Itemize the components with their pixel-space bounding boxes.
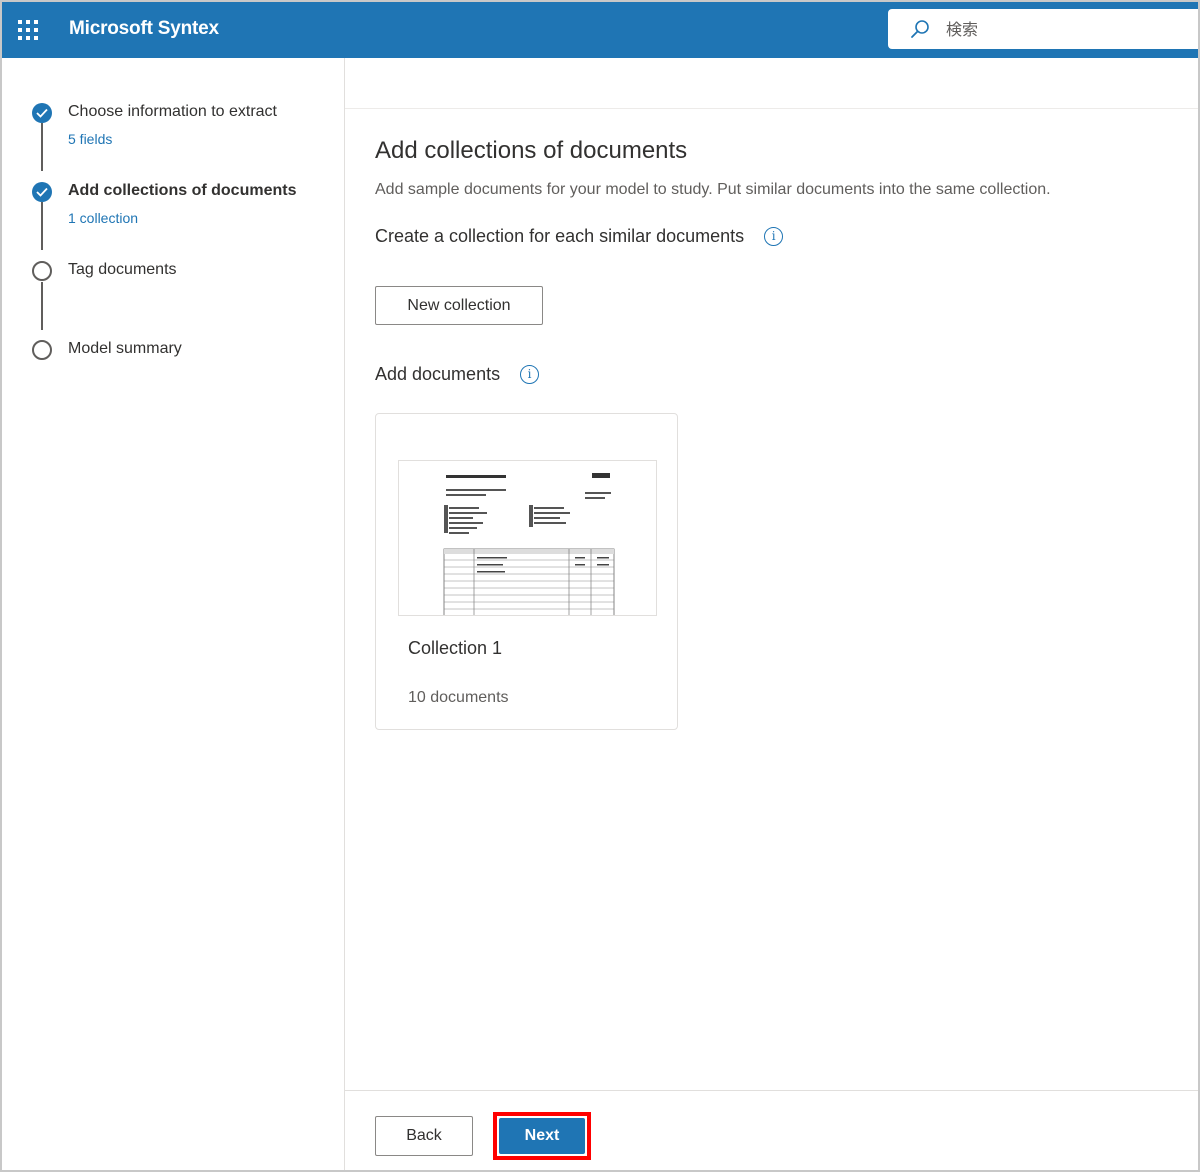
next-button-highlight: Next [493, 1112, 591, 1160]
info-icon[interactable]: i [764, 227, 784, 246]
collection-card[interactable]: Collection 1 10 documents [375, 413, 678, 730]
app-window: Microsoft Syntex Choose information to e… [0, 0, 1200, 1172]
section-title: Create a collection for each similar doc… [375, 226, 745, 246]
document-thumbnail [398, 460, 657, 616]
step-pending-circle-icon [32, 340, 52, 360]
back-button[interactable]: Back [375, 1116, 473, 1156]
collection-document-count: 10 documents [408, 689, 509, 706]
add-documents-heading: Add documents i [375, 364, 540, 385]
section-title: Add documents [375, 364, 501, 384]
step-subtitle: 1 collection [68, 210, 139, 226]
search-input[interactable] [946, 19, 1186, 39]
step-done-check-icon [32, 103, 52, 123]
footer-divider [345, 1090, 1198, 1091]
app-launcher-icon[interactable] [16, 18, 40, 42]
step-subtitle: 5 fields [68, 131, 113, 147]
step-connector [41, 123, 43, 171]
step-pending-circle-icon [32, 261, 52, 281]
step-title: Add collections of documents [68, 182, 297, 199]
search-box[interactable] [888, 9, 1198, 49]
step-connector [41, 282, 43, 330]
create-collection-heading: Create a collection for each similar doc… [375, 226, 784, 247]
step-done-check-icon [32, 182, 52, 202]
info-icon[interactable]: i [520, 365, 540, 384]
new-collection-button[interactable]: New collection [375, 286, 543, 325]
page-title: Add collections of documents [375, 137, 688, 164]
steps-rail [2, 58, 345, 1170]
step-connector [41, 202, 43, 250]
main-divider [345, 108, 1198, 109]
collection-name: Collection 1 [408, 638, 503, 658]
step-title: Model summary [68, 340, 182, 357]
step-title: Tag documents [68, 261, 177, 278]
top-bar: Microsoft Syntex [2, 2, 1198, 58]
search-icon [911, 20, 929, 38]
next-button[interactable]: Next [499, 1118, 585, 1154]
step-title: Choose information to extract [68, 103, 277, 120]
app-title: Microsoft Syntex [69, 18, 219, 39]
page-description: Add sample documents for your model to s… [375, 181, 1051, 198]
